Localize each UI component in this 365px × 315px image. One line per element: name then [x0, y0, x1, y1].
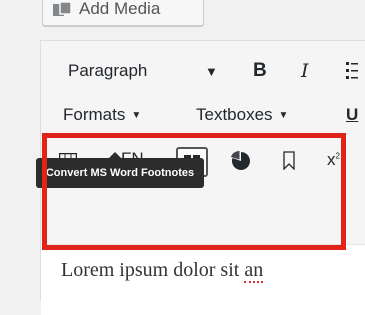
textboxes-caret-icon: ▼: [278, 110, 289, 122]
content-area[interactable]: Lorem ipsum dolor sit an: [41, 244, 365, 315]
tooltip: Convert MS Word Footnotes: [36, 158, 204, 188]
content-text-misspelled: an: [244, 259, 264, 283]
paragraph-select[interactable]: Paragraph: [68, 61, 147, 81]
superscript-button[interactable]: x2: [327, 150, 340, 170]
content-text[interactable]: Lorem ipsum dolor sit an: [61, 259, 264, 283]
formats-menu[interactable]: Formats ▼: [63, 105, 141, 125]
bold-button[interactable]: B: [253, 60, 267, 82]
italic-button[interactable]: I: [301, 60, 309, 82]
paragraph-select-caret-icon[interactable]: ▼: [205, 61, 218, 79]
add-media-button[interactable]: Add Media: [42, 0, 204, 26]
superscript-base: x: [327, 150, 336, 169]
formats-label: Formats: [63, 105, 126, 124]
content-text-start: Lorem ipsum dolor sit: [61, 259, 245, 281]
superscript-exp: 2: [335, 151, 340, 161]
bullet-list-icon[interactable]: [346, 61, 358, 79]
underline-button[interactable]: U: [346, 105, 358, 125]
textboxes-menu[interactable]: Textboxes ▼: [196, 105, 288, 125]
add-media-label: Add Media: [79, 0, 161, 18]
formats-caret-icon: ▼: [131, 110, 142, 122]
media-icon: [53, 2, 72, 16]
pie-chart-icon[interactable]: [230, 151, 252, 171]
bookmark-icon[interactable]: [283, 151, 295, 170]
textboxes-label: Textboxes: [196, 105, 273, 124]
